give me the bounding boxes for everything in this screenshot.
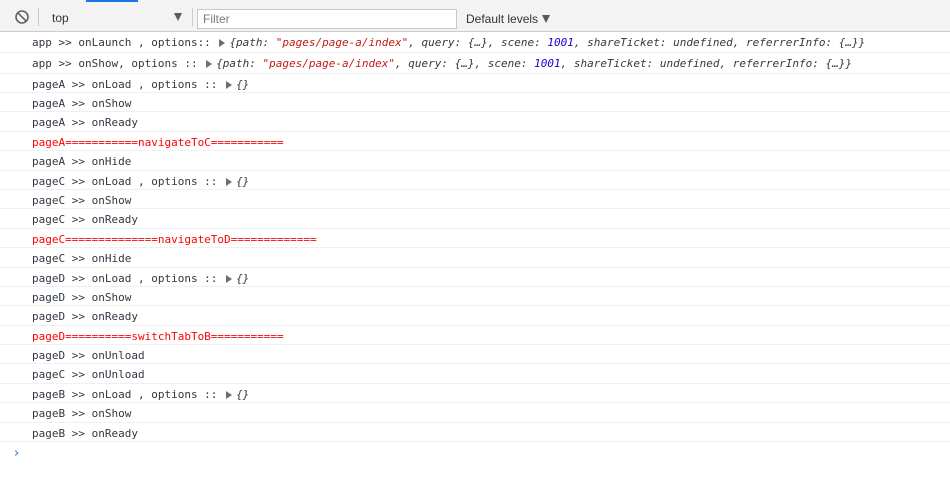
message-text: pageC==============navigateToD==========…: [32, 232, 317, 246]
object-preview[interactable]: {}: [236, 388, 249, 401]
console-message: pageC >> onHide: [0, 248, 950, 268]
message-text: pageC >> onUnload: [32, 368, 145, 382]
object-preview[interactable]: {}: [236, 272, 249, 285]
console-message: pageA >> onReady: [0, 112, 950, 132]
console-input[interactable]: [32, 445, 932, 463]
chevron-right-icon: ›: [14, 446, 20, 462]
console-message: pageC >> onUnload: [0, 364, 950, 384]
console-message: app >> onLaunch , options:: {path: "page…: [0, 32, 950, 53]
object-preview[interactable]: {}: [236, 78, 249, 91]
message-prefix: app >> onLaunch , options::: [32, 36, 218, 49]
message-prefix: app >> onShow, options ::: [32, 56, 205, 70]
message-text: pageD >> onShow: [32, 290, 132, 304]
active-tab-indicator: [86, 0, 138, 2]
object-preview[interactable]: {path: "pages/page-a/index", query: {…},…: [229, 36, 865, 49]
message-text: app >> onShow, options :: {path: "pages/…: [32, 57, 852, 70]
console-message: pageC >> onReady: [0, 209, 950, 229]
scene-value: 1001: [547, 36, 574, 49]
console-message: pageA >> onHide: [0, 151, 950, 171]
context-selector[interactable]: top: [44, 8, 188, 28]
console-message: pageD >> onShow: [0, 287, 950, 307]
message-text: pageA >> onHide: [32, 155, 132, 169]
message-text: pageB >> onShow: [32, 407, 132, 421]
scene-value: 1001: [534, 56, 561, 70]
message-text: pageD >> onUnload: [32, 349, 145, 363]
message-text: pageC >> onShow: [32, 193, 132, 207]
log-levels-label: Default levels: [466, 12, 539, 26]
console-message: pageA >> onShow: [0, 93, 950, 113]
path-value: "pages/page-a/index": [275, 36, 409, 49]
chevron-down-icon: [542, 15, 550, 23]
message-text: pageA===========navigateToC===========: [32, 135, 284, 149]
console-message: pageD >> onUnload: [0, 345, 950, 365]
message-content: pageA >> onLoad , options ::: [32, 77, 225, 91]
message-text: pageD >> onLoad , options :: {}: [32, 272, 249, 285]
message-content: pageB >> onLoad , options ::: [32, 387, 225, 401]
shareticket-value: undefined: [659, 56, 720, 70]
message-content: pageD >> onLoad , options ::: [32, 271, 225, 285]
console-message: app >> onShow, options :: {path: "pages/…: [0, 53, 950, 74]
console-toolbar: top Default levels: [0, 0, 950, 32]
console-message: pageB >> onLoad , options :: {}: [0, 384, 950, 404]
expand-triangle-icon[interactable]: [219, 39, 226, 47]
clear-console-button[interactable]: [14, 9, 30, 25]
console-message: pageB >> onReady: [0, 423, 950, 443]
message-text: pageB >> onLoad , options :: {}: [32, 388, 249, 401]
console-message: pageB >> onShow: [0, 403, 950, 423]
message-text: pageC >> onLoad , options :: {}: [32, 175, 249, 188]
message-text: app >> onLaunch , options:: {path: "page…: [32, 36, 865, 49]
console-message: pageA >> onLoad , options :: {}: [0, 74, 950, 93]
devtools-console: top Default levels app >> onLaunch , opt…: [0, 0, 950, 480]
filter-input[interactable]: [197, 9, 457, 29]
expand-triangle-icon[interactable]: [226, 177, 233, 186]
console-message: pageC >> onLoad , options :: {}: [0, 171, 950, 190]
message-text: pageA >> onReady: [32, 116, 138, 130]
expand-triangle-icon[interactable]: [226, 80, 233, 89]
context-label: top: [52, 11, 69, 25]
message-text: pageD >> onReady: [32, 310, 138, 324]
toolbar-divider: [38, 8, 39, 26]
console-message: pageD >> onLoad , options :: {}: [0, 268, 950, 287]
message-text: pageC >> onReady: [32, 213, 138, 227]
message-text: pageA >> onShow: [32, 96, 132, 110]
message-text: pageB >> onReady: [32, 426, 138, 440]
console-message: pageC==============navigateToD==========…: [0, 229, 950, 249]
console-prompt: ›: [0, 442, 950, 466]
expand-triangle-icon[interactable]: [226, 390, 233, 399]
chevron-down-icon: [174, 13, 182, 21]
path-value: "pages/page-a/index": [262, 56, 395, 70]
expand-triangle-icon[interactable]: [226, 274, 233, 283]
message-text: pageC >> onHide: [32, 252, 132, 266]
object-preview[interactable]: {}: [236, 175, 249, 188]
toolbar-divider: [192, 8, 193, 26]
message-text: pageD==========switchTabToB===========: [32, 329, 284, 343]
console-message: pageD==========switchTabToB===========: [0, 326, 950, 346]
message-content: pageC >> onLoad , options ::: [32, 174, 225, 188]
console-message: pageD >> onReady: [0, 306, 950, 326]
console-message: pageC >> onShow: [0, 190, 950, 210]
expand-triangle-icon[interactable]: [206, 59, 213, 68]
console-messages: app >> onLaunch , options:: {path: "page…: [0, 32, 950, 466]
shareticket-value: undefined: [673, 36, 733, 49]
console-message: pageA===========navigateToC===========: [0, 132, 950, 152]
object-preview[interactable]: {path: "pages/page-a/index", query: {…},…: [216, 57, 852, 70]
block-icon: [15, 10, 29, 24]
message-text: pageA >> onLoad , options :: {}: [32, 78, 249, 91]
